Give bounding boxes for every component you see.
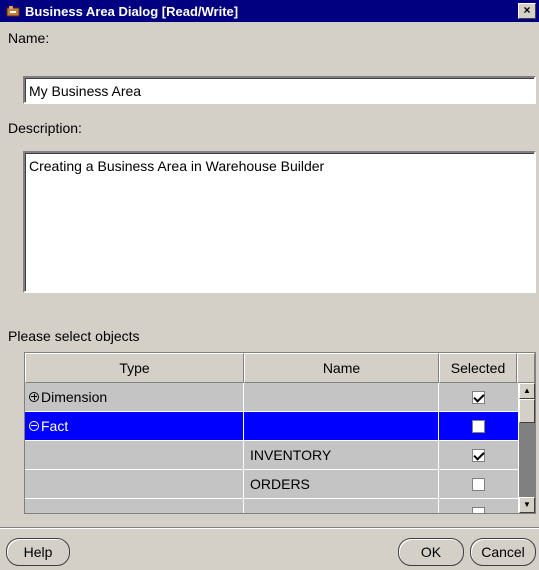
close-icon[interactable]: × (518, 3, 536, 19)
app-icon (6, 5, 20, 17)
selected-checkbox[interactable] (472, 506, 485, 513)
type-cell[interactable] (25, 441, 244, 470)
collapse-icon[interactable] (29, 421, 39, 431)
help-button-label: Help (23, 544, 53, 560)
title-bar: Business Area Dialog [Read/Write] × (0, 0, 539, 22)
type-label: Fact (41, 418, 69, 434)
column-header-type[interactable]: Type (25, 353, 244, 383)
selected-cell[interactable] (439, 470, 519, 499)
table-row[interactable]: Dimension (25, 383, 519, 412)
table-row[interactable]: Fact (25, 412, 519, 441)
cancel-button[interactable]: Cancel (470, 538, 536, 566)
description-value: Creating a Business Area in Warehouse Bu… (29, 158, 325, 174)
type-label: Dimension (41, 389, 108, 405)
type-cell[interactable] (25, 470, 244, 499)
scroll-up-icon[interactable]: ▲ (519, 383, 535, 399)
name-value: INVENTORY (250, 447, 332, 463)
column-header-spacer (517, 353, 535, 383)
column-header-name[interactable]: Name (244, 353, 439, 383)
selected-cell[interactable] (439, 412, 519, 441)
name-cell[interactable] (244, 383, 439, 412)
selected-checkbox[interactable] (472, 419, 485, 433)
table-row[interactable]: ORDERS (25, 470, 519, 499)
selected-cell (439, 499, 519, 513)
selected-cell[interactable] (439, 441, 519, 470)
name-cell (244, 499, 439, 513)
selected-checkbox[interactable] (472, 477, 485, 491)
cancel-button-label: Cancel (481, 544, 525, 560)
scroll-thumb[interactable] (519, 399, 535, 423)
help-button[interactable]: Help (6, 538, 70, 566)
objects-table: Type Name Selected Dimension Fact INVENT… (24, 352, 536, 514)
window-title: Business Area Dialog [Read/Write] (25, 3, 239, 19)
name-cell[interactable] (244, 412, 439, 441)
name-cell[interactable]: INVENTORY (244, 441, 439, 470)
ok-button-label: OK (420, 544, 442, 560)
type-cell[interactable]: Dimension (25, 383, 244, 412)
type-cell (25, 499, 244, 513)
table-row[interactable] (25, 499, 519, 513)
name-cell[interactable]: ORDERS (244, 470, 439, 499)
vertical-scrollbar[interactable]: ▲ ▼ (519, 383, 535, 513)
description-textarea[interactable]: Creating a Business Area in Warehouse Bu… (23, 151, 536, 293)
name-label: Name: (8, 30, 50, 46)
scroll-down-icon[interactable]: ▼ (519, 497, 535, 513)
name-input[interactable]: My Business Area (23, 76, 536, 104)
selected-checkbox[interactable] (472, 390, 485, 404)
ok-button[interactable]: OK (398, 538, 464, 566)
description-label: Description: (8, 120, 82, 136)
selected-cell[interactable] (439, 383, 519, 412)
expand-icon[interactable] (29, 392, 39, 402)
type-cell[interactable]: Fact (25, 412, 244, 441)
objects-label: Please select objects (8, 328, 140, 344)
name-value: ORDERS (250, 476, 310, 492)
button-separator (0, 527, 539, 529)
column-header-selected[interactable]: Selected (439, 353, 517, 383)
selected-checkbox[interactable] (472, 448, 485, 462)
table-row[interactable]: INVENTORY (25, 441, 519, 470)
name-input-value: My Business Area (29, 83, 142, 99)
